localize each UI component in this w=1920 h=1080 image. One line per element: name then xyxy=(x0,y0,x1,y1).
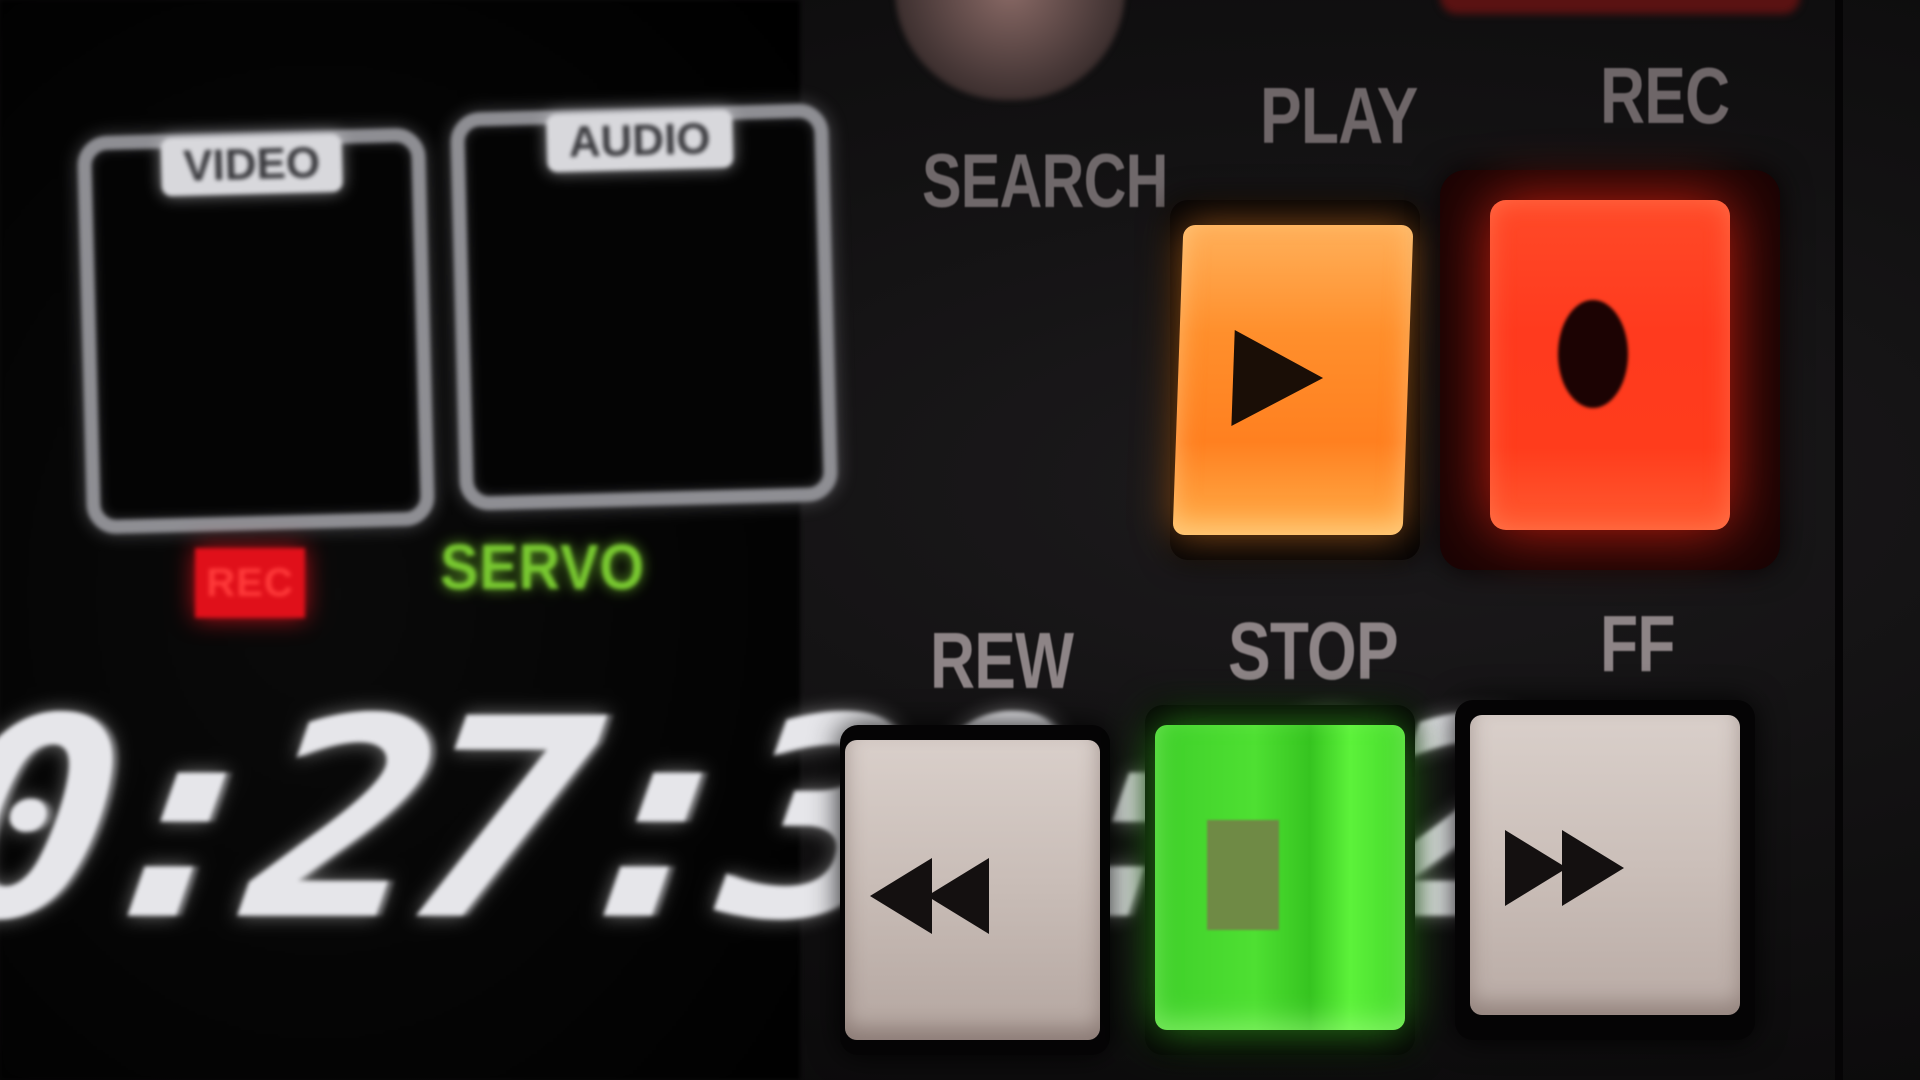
record-circle-icon xyxy=(1558,300,1628,408)
video-meter-box: VIDEO xyxy=(76,127,436,535)
top-indicator-glow xyxy=(1440,0,1800,14)
rew-button[interactable] xyxy=(845,740,1100,1040)
stop-button[interactable] xyxy=(1155,725,1405,1030)
search-label: SEARCH xyxy=(922,139,1168,224)
play-label: PLAY xyxy=(1260,71,1418,160)
audio-meter-box: AUDIO xyxy=(449,103,839,511)
servo-indicator: SERVO xyxy=(440,531,646,603)
rew-label: REW xyxy=(930,616,1074,705)
vtr-transport-photo: VIDEO AUDIO REC SERVO 0:27:30:02 SEARCH … xyxy=(0,0,1920,1080)
play-button[interactable] xyxy=(1172,225,1414,535)
ff-label: FF xyxy=(1600,599,1675,688)
audio-meter-tag: AUDIO xyxy=(546,109,734,173)
lcd-display: VIDEO AUDIO REC SERVO 0:27:30:02 xyxy=(0,0,1546,1080)
rec-label: REC xyxy=(1600,51,1730,140)
ff-button[interactable] xyxy=(1470,715,1740,1015)
fast-forward-icon xyxy=(1562,830,1624,906)
stop-square-icon xyxy=(1207,820,1279,930)
search-dial[interactable] xyxy=(895,0,1125,100)
play-triangle-icon xyxy=(1231,330,1325,426)
stop-label: STOP xyxy=(1228,606,1399,697)
panel-seam xyxy=(1835,0,1843,1080)
transport-panel: SEARCH PLAY REC REW STOP FF xyxy=(800,0,1920,1080)
fast-forward-icon xyxy=(1505,830,1567,906)
rec-indicator: REC xyxy=(195,548,305,618)
rewind-icon xyxy=(870,858,932,934)
rec-button[interactable] xyxy=(1490,200,1730,530)
video-meter-tag: VIDEO xyxy=(160,133,343,197)
rewind-icon xyxy=(927,858,989,934)
